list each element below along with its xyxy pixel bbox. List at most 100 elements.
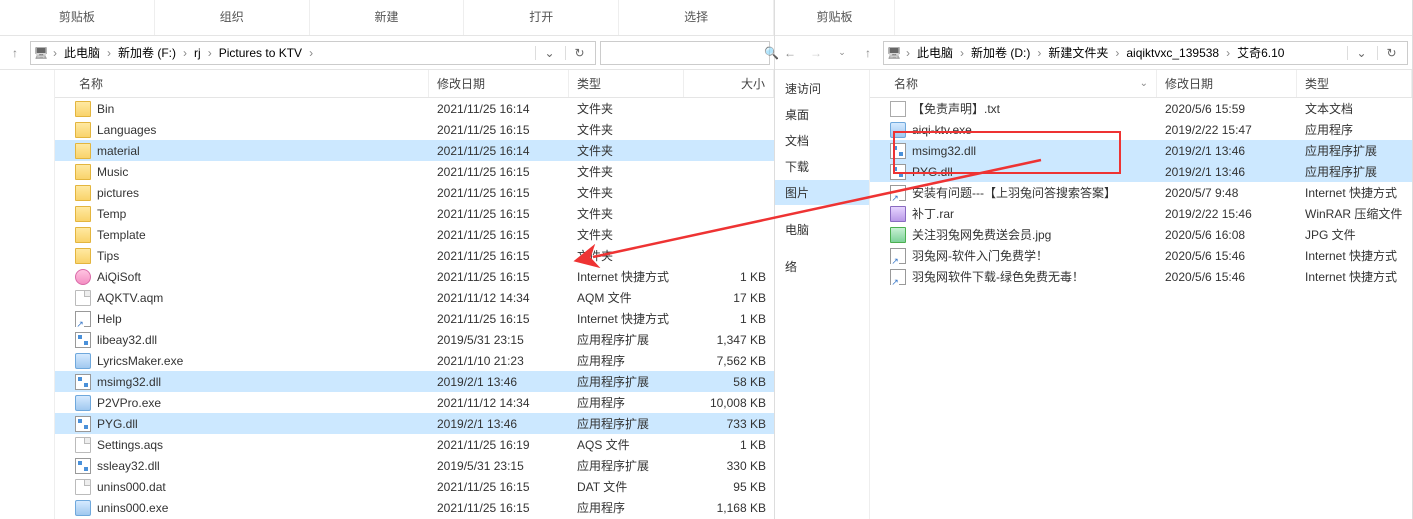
chevron-right-icon[interactable]: ›	[307, 46, 315, 60]
file-name: msimg32.dll	[97, 375, 161, 389]
nav-back-icon[interactable]: ←	[779, 42, 801, 64]
toolbar-tab[interactable]: 组织	[155, 0, 310, 35]
file-row[interactable]: 羽兔网软件下载-绿色免费无毒！2020/5/6 15:46Internet 快捷…	[870, 266, 1412, 287]
file-row[interactable]: msimg32.dll2019/2/1 13:46应用程序扩展58 KB	[55, 371, 774, 392]
file-row[interactable]: 关注羽兔网免费送会员.jpg2020/5/6 16:08JPG 文件	[870, 224, 1412, 245]
col-header-date[interactable]: 修改日期	[429, 70, 569, 97]
file-name: Music	[97, 165, 128, 179]
chevron-right-icon[interactable]: ›	[206, 46, 214, 60]
file-row[interactable]: msimg32.dll2019/2/1 13:46应用程序扩展	[870, 140, 1412, 161]
chevron-right-icon[interactable]: ›	[51, 46, 59, 60]
toolbar-tab[interactable]: 打开	[464, 0, 619, 35]
file-row[interactable]: libeay32.dll2019/5/31 23:15应用程序扩展1,347 K…	[55, 329, 774, 350]
nav-tree-item[interactable]: 桌面	[775, 102, 869, 127]
toolbar-tab[interactable]: 选择	[619, 0, 774, 35]
nav-up-icon[interactable]: ↑	[857, 42, 879, 64]
col-header-date[interactable]: 修改日期	[1157, 70, 1297, 97]
crumb[interactable]: aiqiktvxc_139538	[1123, 46, 1222, 60]
chevron-right-icon[interactable]: ›	[1113, 46, 1121, 60]
crumb[interactable]: Pictures to KTV	[216, 46, 305, 60]
refresh-icon[interactable]: ↻	[565, 46, 593, 60]
file-size: 1,168 KB	[684, 501, 774, 515]
refresh-icon[interactable]: ↻	[1377, 46, 1405, 60]
search-box[interactable]: 🔍	[600, 41, 770, 65]
crumb[interactable]: 此电脑	[61, 44, 103, 61]
chevron-right-icon[interactable]: ›	[958, 46, 966, 60]
file-row[interactable]: 安装有问题---【上羽兔问答搜索答案】2020/5/7 9:48Internet…	[870, 182, 1412, 203]
file-row[interactable]: 羽兔网-软件入门免费学！2020/5/6 15:46Internet 快捷方式	[870, 245, 1412, 266]
nav-tree-item[interactable]: 电脑	[775, 217, 869, 242]
nav-tree-item[interactable]: 络	[775, 254, 869, 279]
file-icon	[75, 479, 91, 495]
chevron-right-icon[interactable]: ›	[904, 46, 912, 60]
crumb[interactable]: rj	[191, 46, 204, 60]
file-name: Languages	[97, 123, 156, 137]
nav-tree-item[interactable]	[775, 206, 869, 216]
file-row[interactable]: Music2021/11/25 16:15文件夹	[55, 161, 774, 182]
file-row[interactable]: Settings.aqs2021/11/25 16:19AQS 文件1 KB	[55, 434, 774, 455]
file-row[interactable]: AQKTV.aqm2021/11/12 14:34AQM 文件17 KB	[55, 287, 774, 308]
toolbar-tab[interactable]: 新建	[310, 0, 465, 35]
file-row[interactable]: pictures2021/11/25 16:15文件夹	[55, 182, 774, 203]
file-row[interactable]: Tips2021/11/25 16:15文件夹	[55, 245, 774, 266]
nav-tree[interactable]: 速访问桌面文档下载图片电脑络	[775, 70, 870, 519]
file-date: 2019/2/1 13:46	[1157, 165, 1297, 179]
file-row[interactable]: 【免责声明】.txt2020/5/6 15:59文本文档	[870, 98, 1412, 119]
breadcrumb[interactable]: 🖥 › 此电脑 › 新加卷 (D:) › 新建文件夹 › aiqiktvxc_1…	[883, 41, 1408, 65]
file-name: 羽兔网-软件入门免费学！	[912, 247, 1048, 264]
col-header-name[interactable]: 名称	[55, 70, 429, 97]
file-row[interactable]: Template2021/11/25 16:15文件夹	[55, 224, 774, 245]
file-row[interactable]: ssleay32.dll2019/5/31 23:15应用程序扩展330 KB	[55, 455, 774, 476]
crumb[interactable]: 新加卷 (F:)	[115, 44, 179, 61]
nav-tree-item[interactable]: 下载	[775, 154, 869, 179]
file-row[interactable]: material2021/11/25 16:14文件夹	[55, 140, 774, 161]
chevron-right-icon[interactable]: ›	[105, 46, 113, 60]
col-header-name[interactable]: 名称⌄	[870, 70, 1157, 97]
chevron-right-icon[interactable]: ›	[1035, 46, 1043, 60]
nav-tree-item[interactable]: 速访问	[775, 76, 869, 101]
nav-tree-collapsed[interactable]	[0, 70, 55, 519]
crumb[interactable]: 新加卷 (D:)	[968, 44, 1033, 61]
content-area: 名称 修改日期 类型 大小 Bin2021/11/25 16:14文件夹Lang…	[0, 70, 774, 519]
nav-tree-item[interactable]: 图片	[775, 180, 869, 205]
file-list[interactable]: 名称⌄ 修改日期 类型 【免责声明】.txt2020/5/6 15:59文本文档…	[870, 70, 1412, 519]
chevron-right-icon[interactable]: ›	[181, 46, 189, 60]
file-row[interactable]: 补丁.rar2019/2/22 15:46WinRAR 压缩文件	[870, 203, 1412, 224]
file-list[interactable]: 名称 修改日期 类型 大小 Bin2021/11/25 16:14文件夹Lang…	[55, 70, 774, 519]
crumb[interactable]: 新建文件夹	[1045, 44, 1111, 61]
file-date: 2021/11/25 16:14	[429, 102, 569, 116]
file-row[interactable]: Temp2021/11/25 16:15文件夹	[55, 203, 774, 224]
history-dropdown-icon[interactable]: ⌄	[535, 46, 563, 60]
file-row[interactable]: PYG.dll2019/2/1 13:46应用程序扩展733 KB	[55, 413, 774, 434]
col-header-size[interactable]: 大小	[684, 70, 774, 97]
search-input[interactable]	[601, 46, 764, 60]
nav-forward-icon[interactable]: →	[805, 42, 827, 64]
col-header-type[interactable]: 类型	[569, 70, 684, 97]
history-dropdown-icon[interactable]: ⌄	[1347, 46, 1375, 60]
crumb[interactable]: 此电脑	[914, 44, 956, 61]
explorer-window-left: 剪贴板 组织 新建 打开 选择 ↑ 🖥 › 此电脑 › 新加卷 (F:) › r…	[0, 0, 775, 519]
col-header-type[interactable]: 类型	[1297, 70, 1412, 97]
nav-up-icon[interactable]: ↑	[4, 42, 26, 64]
breadcrumb[interactable]: 🖥 › 此电脑 › 新加卷 (F:) › rj › Pictures to KT…	[30, 41, 596, 65]
file-row[interactable]: P2VPro.exe2021/11/12 14:34应用程序10,008 KB	[55, 392, 774, 413]
file-row[interactable]: Help2021/11/25 16:15Internet 快捷方式1 KB	[55, 308, 774, 329]
file-name: pictures	[97, 186, 139, 200]
nav-tree-item[interactable]	[775, 243, 869, 253]
file-row[interactable]: PYG.dll2019/2/1 13:46应用程序扩展	[870, 161, 1412, 182]
file-row[interactable]: unins000.dat2021/11/25 16:15DAT 文件95 KB	[55, 476, 774, 497]
file-row[interactable]: unins000.exe2021/11/25 16:15应用程序1,168 KB	[55, 497, 774, 518]
chevron-right-icon[interactable]: ›	[1224, 46, 1232, 60]
file-type: Internet 快捷方式	[1297, 268, 1412, 285]
nav-tree-item[interactable]: 文档	[775, 128, 869, 153]
toolbar-tab[interactable]: 剪贴板	[775, 0, 895, 35]
chevron-down-icon[interactable]: ⌄	[831, 42, 853, 64]
file-row[interactable]: Languages2021/11/25 16:15文件夹	[55, 119, 774, 140]
file-row[interactable]: AiQiSoft2021/11/25 16:15Internet 快捷方式1 K…	[55, 266, 774, 287]
crumb[interactable]: 艾奇6.10	[1234, 44, 1287, 61]
file-row[interactable]: Bin2021/11/25 16:14文件夹	[55, 98, 774, 119]
file-row[interactable]: LyricsMaker.exe2021/1/10 21:23应用程序7,562 …	[55, 350, 774, 371]
file-row[interactable]: aiqi-ktv.exe2019/2/22 15:47应用程序	[870, 119, 1412, 140]
toolbar-tab[interactable]: 剪贴板	[0, 0, 155, 35]
pc-icon: 🖥	[33, 45, 49, 61]
